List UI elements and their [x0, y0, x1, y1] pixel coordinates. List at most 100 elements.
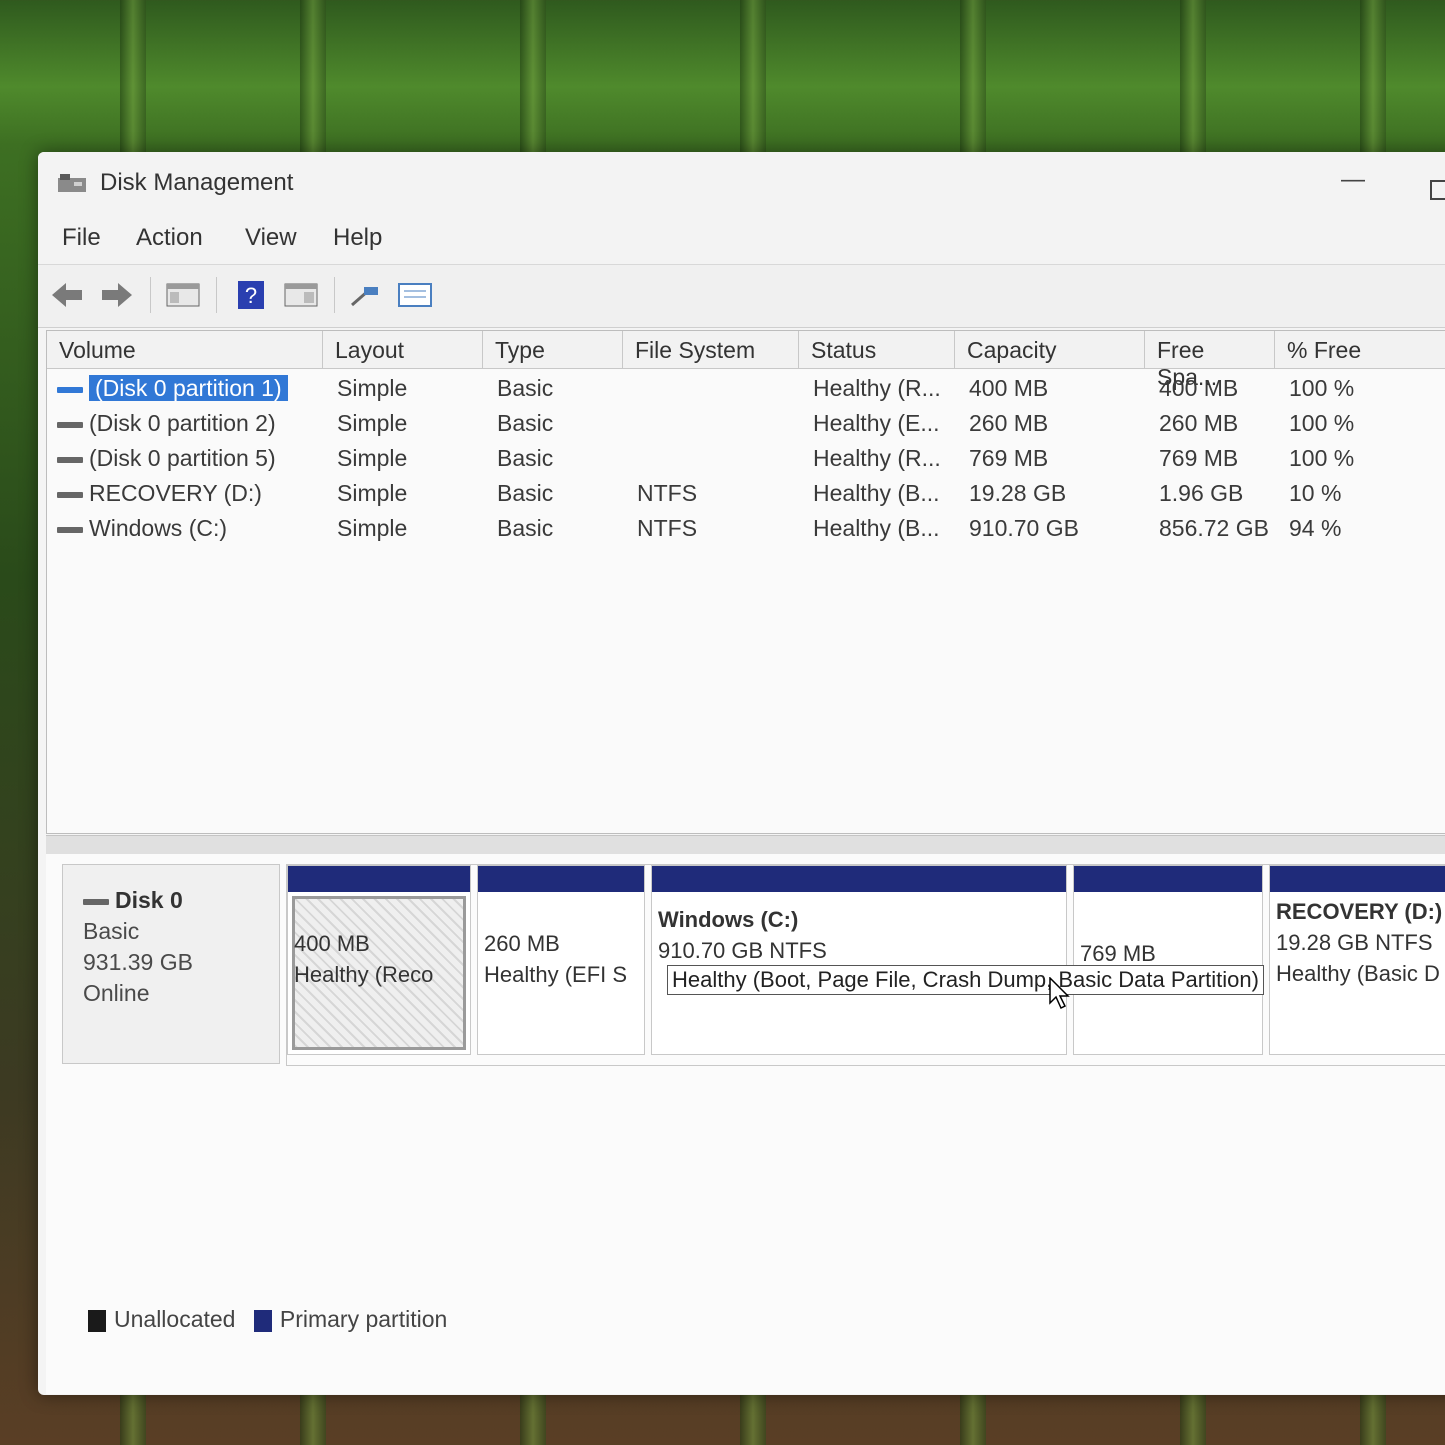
- settings-icon[interactable]: [398, 279, 432, 311]
- minimize-button[interactable]: —: [1338, 166, 1368, 196]
- menu-view[interactable]: View: [245, 224, 297, 252]
- disk-state: Online: [83, 980, 150, 1006]
- layout-cell: Simple: [337, 480, 408, 506]
- fs-cell: NTFS: [637, 515, 698, 541]
- status-cell: Healthy (R...: [813, 375, 941, 401]
- disk-management-icon: [58, 174, 86, 192]
- column-header-status[interactable]: Status: [799, 331, 955, 369]
- pane-splitter[interactable]: [46, 835, 1445, 855]
- partition-block[interactable]: 400 MB Healthy (Reco: [287, 865, 471, 1055]
- pct-free-cell: 100 %: [1289, 410, 1355, 436]
- menu-action[interactable]: Action: [136, 224, 203, 252]
- forward-arrow-icon[interactable]: [100, 279, 134, 311]
- column-header-volume[interactable]: Volume: [47, 331, 323, 369]
- pct-free-cell: 10 %: [1289, 480, 1342, 506]
- volume-list: Volume Layout Type File System Status Ca…: [46, 330, 1445, 834]
- free-cell: 856.72 GB: [1159, 515, 1269, 541]
- fs-cell: NTFS: [637, 480, 698, 506]
- status-cell: Healthy (B...: [813, 480, 940, 506]
- capacity-cell: 19.28 GB: [969, 480, 1067, 506]
- partition-bar: [478, 866, 644, 892]
- table-row[interactable]: (Disk 0 partition 5) Simple Basic Health…: [47, 441, 1445, 476]
- capacity-cell: 400 MB: [969, 375, 1049, 401]
- toolbar: ?: [38, 264, 1445, 328]
- free-cell: 260 MB: [1159, 410, 1239, 436]
- toolbar-separator: [216, 277, 217, 313]
- pct-free-cell: 94 %: [1289, 515, 1342, 541]
- menu-help[interactable]: Help: [333, 224, 382, 252]
- disk-icon: [83, 898, 109, 905]
- status-cell: Healthy (E...: [813, 410, 940, 436]
- column-header-layout[interactable]: Layout: [323, 331, 483, 369]
- type-cell: Basic: [497, 515, 554, 541]
- partition-text: 400 MB Healthy (Reco: [294, 931, 434, 987]
- status-cell: Healthy (B...: [813, 515, 940, 541]
- capacity-cell: 769 MB: [969, 445, 1049, 471]
- disk-size: 931.39 GB: [83, 949, 193, 975]
- type-cell: Basic: [497, 480, 554, 506]
- partition-text: RECOVERY (D:) 19.28 GB NTFS Healthy (Bas…: [1276, 899, 1443, 986]
- pct-free-cell: 100 %: [1289, 445, 1355, 471]
- column-header-file-system[interactable]: File System: [623, 331, 799, 369]
- partition-bar: [1074, 866, 1262, 892]
- mouse-cursor-icon: [1049, 977, 1070, 1010]
- menu-file[interactable]: File: [62, 224, 101, 252]
- maximize-button[interactable]: [1430, 180, 1445, 200]
- partition-block[interactable]: 260 MB Healthy (EFI S: [477, 865, 645, 1055]
- disk-graphical-view: Disk 0 Basic 931.39 GB Online 400 MB Hea…: [46, 854, 1445, 1394]
- table-row[interactable]: (Disk 0 partition 2) Simple Basic Health…: [47, 406, 1445, 441]
- properties-icon[interactable]: [284, 279, 318, 311]
- disk-info-panel[interactable]: Disk 0 Basic 931.39 GB Online: [62, 864, 280, 1064]
- volume-icon: [57, 526, 83, 533]
- partition-bar: [1270, 866, 1445, 892]
- free-cell: 769 MB: [1159, 445, 1239, 471]
- layout-cell: Simple: [337, 410, 408, 436]
- layout-cell: Simple: [337, 375, 408, 401]
- partition-block[interactable]: 769 MB: [1073, 865, 1263, 1055]
- partition-bar: [652, 866, 1066, 892]
- help-icon[interactable]: ?: [234, 279, 268, 311]
- column-header-free-space[interactable]: Free Spa...: [1145, 331, 1275, 390]
- volume-icon: [57, 491, 83, 498]
- volume-cell: (Disk 0 partition 2): [57, 410, 276, 437]
- type-cell: Basic: [497, 375, 554, 401]
- type-cell: Basic: [497, 445, 554, 471]
- back-arrow-icon[interactable]: [50, 279, 84, 311]
- partition-block[interactable]: RECOVERY (D:) 19.28 GB NTFS Healthy (Bas…: [1269, 865, 1445, 1055]
- legend-primary-partition: Primary partition: [279, 1306, 448, 1332]
- disk-management-window: Disk Management — File Action View Help …: [38, 152, 1445, 1395]
- capacity-cell: 260 MB: [969, 410, 1049, 436]
- table-row[interactable]: (Disk 0 partition 1) Simple Basic Health…: [47, 371, 1445, 406]
- partition-tooltip: Healthy (Boot, Page File, Crash Dump, Ba…: [667, 965, 1264, 995]
- column-header-percent-free[interactable]: % Free: [1275, 331, 1445, 369]
- menu-bar: File Action View Help: [38, 216, 1445, 264]
- partition-block[interactable]: Windows (C:) 910.70 GB NTFS: [651, 865, 1067, 1055]
- volume-icon: [57, 386, 83, 393]
- title-bar[interactable]: Disk Management —: [38, 152, 1445, 216]
- partition-text: Windows (C:) 910.70 GB NTFS: [658, 907, 827, 963]
- disk-name: Disk 0: [83, 887, 279, 914]
- status-cell: Healthy (R...: [813, 445, 941, 471]
- layout-cell: Simple: [337, 445, 408, 471]
- primary-partition-swatch: [253, 1309, 272, 1332]
- free-cell: 1.96 GB: [1159, 480, 1244, 506]
- column-header-type[interactable]: Type: [483, 331, 623, 369]
- volume-icon: [57, 421, 83, 428]
- volume-cell: (Disk 0 partition 1): [57, 375, 288, 402]
- window-title: Disk Management: [100, 169, 294, 196]
- partition-text: 260 MB Healthy (EFI S: [484, 931, 628, 987]
- volume-cell: (Disk 0 partition 5): [57, 445, 276, 472]
- free-cell: 400 MB: [1159, 375, 1239, 401]
- legend: Unallocated Primary partition: [76, 1306, 447, 1333]
- column-header-capacity[interactable]: Capacity: [955, 331, 1145, 369]
- volume-cell: Windows (C:): [57, 515, 227, 542]
- table-row[interactable]: RECOVERY (D:) Simple Basic NTFS Healthy …: [47, 476, 1445, 511]
- legend-unallocated: Unallocated: [114, 1306, 236, 1332]
- partition-bar: [288, 866, 470, 892]
- partition-strip: 400 MB Healthy (Reco 260 MB Healthy (EFI…: [286, 864, 1445, 1066]
- capacity-cell: 910.70 GB: [969, 515, 1079, 541]
- pct-free-cell: 100 %: [1289, 375, 1355, 401]
- show-hide-console-tree-icon[interactable]: [166, 279, 200, 311]
- connect-icon[interactable]: [348, 279, 382, 311]
- table-row[interactable]: Windows (C:) Simple Basic NTFS Healthy (…: [47, 511, 1445, 546]
